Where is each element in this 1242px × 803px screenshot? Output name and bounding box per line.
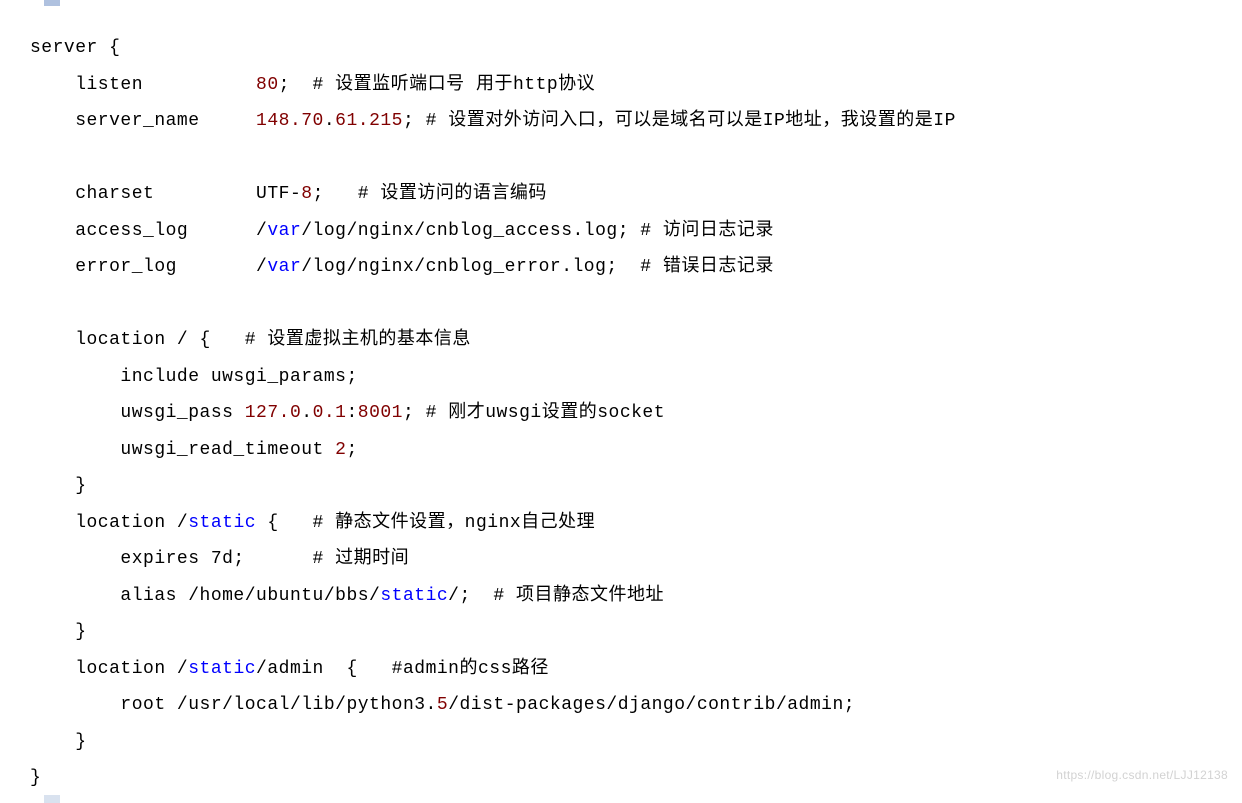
line-18c: /admin { #admin的css路径	[256, 659, 549, 679]
line-12a: uwsgi_read_timeout	[30, 440, 335, 460]
line-16a: alias /home/ubuntu/bbs/	[30, 586, 380, 606]
line-3d: 61.215	[335, 111, 403, 131]
line-11b: 127.0	[245, 403, 302, 423]
line-19a: root /usr/local/lib/python3.	[30, 695, 437, 715]
line-16c: /; # 项目静态文件地址	[448, 586, 664, 606]
line-3e: ; # 设置对外访问入口，可以是域名可以是IP地址，我设置的是IP	[403, 111, 956, 131]
line-20: }	[30, 732, 87, 752]
watermark-text: https://blog.csdn.net/LJJ12138	[1056, 757, 1228, 794]
line-5b: 8	[301, 184, 312, 204]
line-12c: ;	[346, 440, 357, 460]
line-6a: access_log /	[30, 221, 267, 241]
line-19c: /dist-packages/django/contrib/admin;	[448, 695, 855, 715]
line-1: server {	[30, 38, 120, 58]
line-7c: /log/nginx/cnblog_error.log; # 错误日志记录	[301, 257, 774, 277]
line-9: location / { # 设置虚拟主机的基本信息	[30, 330, 471, 350]
line-11g: ; # 刚才uwsgi设置的socket	[403, 403, 665, 423]
top-partial-icon	[44, 0, 60, 6]
line-11e: :	[346, 403, 357, 423]
line-21: }	[30, 768, 41, 788]
line-2a: listen	[30, 75, 256, 95]
line-6b: var	[267, 221, 301, 241]
line-5a: charset UTF-	[30, 184, 301, 204]
line-6c: /log/nginx/cnblog_access.log; # 访问日志记录	[301, 221, 774, 241]
line-14b: static	[188, 513, 256, 533]
line-14c: { # 静态文件设置，nginx自己处理	[256, 513, 595, 533]
line-3b: 148.70	[256, 111, 324, 131]
line-11c: .	[301, 403, 312, 423]
nginx-config-code: server { listen 80; # 设置监听端口号 用于http协议 s…	[30, 30, 1212, 797]
line-3a: server_name	[30, 111, 256, 131]
line-19b: 5	[437, 695, 448, 715]
line-11a: uwsgi_pass	[30, 403, 245, 423]
line-17: }	[30, 622, 87, 642]
bottom-partial-icon	[44, 795, 60, 803]
line-15: expires 7d; # 过期时间	[30, 549, 409, 569]
line-16b: static	[380, 586, 448, 606]
line-18b: static	[188, 659, 256, 679]
line-11f: 8001	[358, 403, 403, 423]
line-7a: error_log /	[30, 257, 267, 277]
line-5c: ; # 设置访问的语言编码	[313, 184, 547, 204]
line-3c: .	[324, 111, 335, 131]
line-18a: location /	[30, 659, 188, 679]
line-7b: var	[267, 257, 301, 277]
line-2c: ; # 设置监听端口号 用于http协议	[279, 75, 596, 95]
line-12b: 2	[335, 440, 346, 460]
line-11d: 0.1	[313, 403, 347, 423]
line-10: include uwsgi_params;	[30, 367, 358, 387]
line-14a: location /	[30, 513, 188, 533]
line-2-num: 80	[256, 75, 279, 95]
line-13: }	[30, 476, 87, 496]
